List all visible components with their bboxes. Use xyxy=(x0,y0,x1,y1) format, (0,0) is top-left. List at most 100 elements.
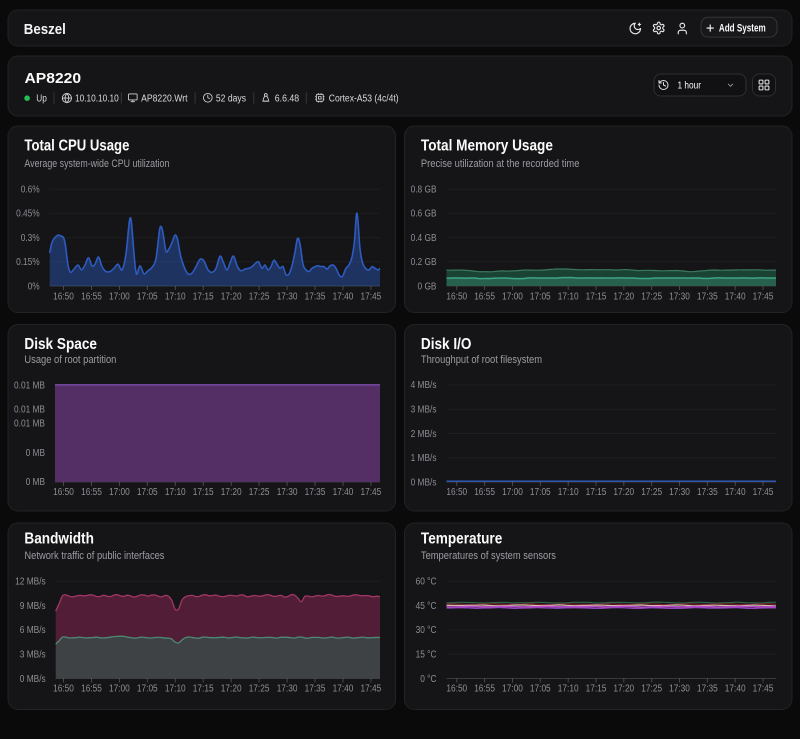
svg-text:17:15: 17:15 xyxy=(193,292,214,303)
svg-text:Average system-wide CPU utiliz: Average system-wide CPU utilization xyxy=(24,158,169,170)
svg-text:1 hour: 1 hour xyxy=(678,80,702,92)
svg-text:17:10: 17:10 xyxy=(165,684,186,695)
svg-text:17:05: 17:05 xyxy=(137,487,158,498)
svg-text:17:40: 17:40 xyxy=(725,684,746,695)
svg-text:Total Memory Usage: Total Memory Usage xyxy=(421,138,553,155)
svg-text:0.45%: 0.45% xyxy=(16,209,40,220)
svg-text:17:25: 17:25 xyxy=(249,487,270,498)
svg-text:17:00: 17:00 xyxy=(109,487,130,498)
svg-text:4 MB/s: 4 MB/s xyxy=(411,380,437,391)
svg-text:17:00: 17:00 xyxy=(502,292,523,303)
svg-text:1 MB/s: 1 MB/s xyxy=(411,453,437,464)
svg-text:17:05: 17:05 xyxy=(137,684,158,695)
svg-text:17:05: 17:05 xyxy=(530,292,551,303)
svg-text:3 MB/s: 3 MB/s xyxy=(20,650,46,661)
svg-text:9 MB/s: 9 MB/s xyxy=(20,601,46,612)
svg-text:30 °C: 30 °C xyxy=(416,625,437,636)
svg-text:17:00: 17:00 xyxy=(502,487,523,498)
svg-text:Network traffic of public inte: Network traffic of public interfaces xyxy=(24,550,165,562)
svg-text:17:35: 17:35 xyxy=(697,684,718,695)
svg-text:17:30: 17:30 xyxy=(277,292,298,303)
svg-text:0.01 MB: 0.01 MB xyxy=(14,381,45,392)
svg-text:0.6%: 0.6% xyxy=(21,185,40,196)
svg-text:6 MB/s: 6 MB/s xyxy=(20,625,46,636)
svg-text:Add System: Add System xyxy=(719,23,766,35)
svg-text:16:55: 16:55 xyxy=(474,684,495,695)
svg-text:Cortex-A53 (4c/4t): Cortex-A53 (4c/4t) xyxy=(329,94,399,105)
svg-text:Usage of root partition: Usage of root partition xyxy=(24,354,116,366)
svg-text:0 MB/s: 0 MB/s xyxy=(411,477,437,488)
svg-text:AP8220.Wrt: AP8220.Wrt xyxy=(141,94,188,105)
svg-text:0 GB: 0 GB xyxy=(418,281,437,292)
svg-text:17:10: 17:10 xyxy=(558,684,579,695)
svg-text:17:20: 17:20 xyxy=(221,684,242,695)
svg-text:16:50: 16:50 xyxy=(446,684,467,695)
svg-text:15 °C: 15 °C xyxy=(416,650,437,661)
svg-text:17:30: 17:30 xyxy=(669,684,690,695)
svg-text:0%: 0% xyxy=(28,281,40,292)
svg-text:17:05: 17:05 xyxy=(530,684,551,695)
svg-text:17:10: 17:10 xyxy=(165,292,186,303)
svg-text:17:20: 17:20 xyxy=(613,292,634,303)
svg-text:17:35: 17:35 xyxy=(305,487,326,498)
svg-text:0.01 MB: 0.01 MB xyxy=(14,419,45,430)
svg-text:16:55: 16:55 xyxy=(81,292,102,303)
svg-text:16:55: 16:55 xyxy=(81,487,102,498)
svg-text:Disk Space: Disk Space xyxy=(24,336,97,353)
svg-text:17:35: 17:35 xyxy=(305,292,326,303)
svg-text:17:00: 17:00 xyxy=(109,684,130,695)
svg-text:0.15%: 0.15% xyxy=(16,257,40,268)
svg-text:17:20: 17:20 xyxy=(221,292,242,303)
svg-text:17:45: 17:45 xyxy=(361,684,382,695)
svg-text:Bandwidth: Bandwidth xyxy=(24,531,94,548)
svg-text:0.3%: 0.3% xyxy=(21,233,40,244)
svg-text:17:35: 17:35 xyxy=(697,292,718,303)
svg-text:17:25: 17:25 xyxy=(641,487,662,498)
svg-text:16:50: 16:50 xyxy=(53,684,74,695)
svg-text:Throughput of root filesystem: Throughput of root filesystem xyxy=(421,354,542,366)
svg-text:17:45: 17:45 xyxy=(753,684,774,695)
svg-text:0.01 MB: 0.01 MB xyxy=(14,405,45,416)
svg-text:60 °C: 60 °C xyxy=(416,577,437,588)
svg-text:Precise utilization at the rec: Precise utilization at the recorded time xyxy=(421,158,580,170)
svg-text:17:45: 17:45 xyxy=(753,292,774,303)
svg-text:17:40: 17:40 xyxy=(725,292,746,303)
svg-text:17:15: 17:15 xyxy=(586,684,607,695)
svg-text:3 MB/s: 3 MB/s xyxy=(411,405,437,416)
svg-text:0.2 GB: 0.2 GB xyxy=(411,257,437,268)
svg-text:52 days: 52 days xyxy=(216,94,246,105)
svg-text:16:55: 16:55 xyxy=(81,684,102,695)
svg-text:17:35: 17:35 xyxy=(697,487,718,498)
svg-text:17:30: 17:30 xyxy=(277,684,298,695)
svg-text:17:25: 17:25 xyxy=(641,292,662,303)
svg-text:17:45: 17:45 xyxy=(753,487,774,498)
svg-text:12 MB/s: 12 MB/s xyxy=(15,577,46,588)
svg-text:17:05: 17:05 xyxy=(530,487,551,498)
svg-text:17:25: 17:25 xyxy=(249,684,270,695)
svg-text:0 MB: 0 MB xyxy=(26,477,46,488)
svg-text:17:10: 17:10 xyxy=(558,292,579,303)
svg-text:0.6 GB: 0.6 GB xyxy=(411,209,437,220)
svg-text:17:30: 17:30 xyxy=(669,292,690,303)
svg-text:17:45: 17:45 xyxy=(361,487,382,498)
svg-text:2 MB/s: 2 MB/s xyxy=(411,429,437,440)
svg-text:17:10: 17:10 xyxy=(165,487,186,498)
svg-text:Total CPU Usage: Total CPU Usage xyxy=(24,138,129,155)
svg-text:0 MB: 0 MB xyxy=(26,448,46,459)
svg-text:Disk I/O: Disk I/O xyxy=(421,336,472,353)
svg-text:17:05: 17:05 xyxy=(137,292,158,303)
svg-text:17:35: 17:35 xyxy=(305,684,326,695)
svg-text:Temperature: Temperature xyxy=(421,531,502,548)
svg-text:10.10.10.10: 10.10.10.10 xyxy=(75,94,119,105)
svg-text:16:55: 16:55 xyxy=(474,292,495,303)
svg-text:0.8 GB: 0.8 GB xyxy=(411,185,437,196)
svg-text:Beszel: Beszel xyxy=(24,21,66,38)
svg-text:17:40: 17:40 xyxy=(333,487,354,498)
svg-text:Up: Up xyxy=(36,94,47,105)
svg-text:Temperatures of system sensors: Temperatures of system sensors xyxy=(421,550,557,562)
svg-text:17:15: 17:15 xyxy=(586,487,607,498)
svg-text:17:20: 17:20 xyxy=(613,487,634,498)
svg-text:17:15: 17:15 xyxy=(193,684,214,695)
svg-text:17:40: 17:40 xyxy=(725,487,746,498)
svg-text:17:30: 17:30 xyxy=(277,487,298,498)
